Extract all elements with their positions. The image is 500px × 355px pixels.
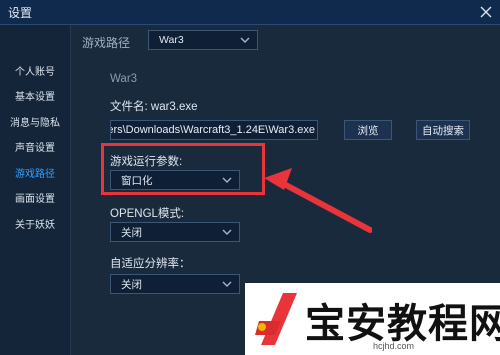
sidebar: 个人账号 基本设置 消息与隐私 声音设置 游戏路径 画面设置 关于妖妖 — [0, 25, 71, 355]
path-input-value: C:\Users\Downloads\Warcraft3_1.24E\War3.… — [111, 124, 315, 136]
watermark-url: hcjhd.com — [373, 341, 415, 351]
opengl-select[interactable]: 关闭 — [110, 222, 240, 242]
sidebar-item-label: 基本设置 — [15, 91, 55, 103]
opengl-label: OPENGL模式: — [110, 208, 185, 220]
sidebar-item-label: 关于妖妖 — [15, 219, 55, 231]
sidebar-item-label: 游戏路径 — [15, 168, 55, 180]
game-path-label: 游戏路径 — [82, 36, 131, 50]
opengl-value: 关闭 — [121, 226, 142, 239]
path-input[interactable]: C:\Users\Downloads\Warcraft3_1.24E\War3.… — [110, 120, 318, 140]
window-title: 设置 — [8, 5, 33, 20]
chevron-down-icon — [222, 281, 232, 287]
adaptive-res-value: 关闭 — [121, 278, 142, 291]
adaptive-res-select[interactable]: 关闭 — [110, 274, 240, 294]
auto-search-button[interactable]: 自动搜索 — [416, 120, 470, 140]
title-bar: 设置 — [0, 0, 500, 25]
sidebar-item-basic[interactable]: 基本设置 — [0, 83, 70, 107]
game-select[interactable]: War3 — [148, 30, 258, 50]
sidebar-item-account[interactable]: 个人账号 — [0, 58, 70, 82]
filename-label: 文件名: war3.exe — [110, 101, 198, 113]
adaptive-res-label: 自适应分辨率： — [110, 258, 191, 270]
chevron-down-icon — [222, 229, 232, 235]
close-icon — [480, 6, 492, 18]
sidebar-item-label: 画面设置 — [15, 193, 55, 205]
watermark-logo-icon — [255, 293, 297, 345]
sidebar-item-about[interactable]: 关于妖妖 — [0, 211, 70, 235]
sidebar-item-label: 个人账号 — [15, 66, 55, 78]
sidebar-item-label: 消息与隐私 — [10, 117, 60, 129]
highlight-box — [101, 143, 265, 195]
sidebar-item-game-path[interactable]: 游戏路径 — [0, 160, 70, 184]
red-arrow-annotation — [264, 168, 372, 233]
section-title: War3 — [110, 73, 138, 85]
sidebar-item-label: 声音设置 — [15, 142, 55, 154]
close-button[interactable] — [478, 4, 494, 20]
browse-button[interactable]: 浏览 — [344, 120, 392, 140]
watermark: 宝安教程网 hcjhd.com — [245, 283, 500, 355]
sidebar-item-sound[interactable]: 声音设置 — [0, 134, 70, 158]
chevron-down-icon — [240, 37, 250, 43]
sidebar-item-display[interactable]: 画面设置 — [0, 185, 70, 209]
game-select-value: War3 — [159, 34, 184, 46]
sidebar-item-privacy[interactable]: 消息与隐私 — [0, 109, 70, 133]
